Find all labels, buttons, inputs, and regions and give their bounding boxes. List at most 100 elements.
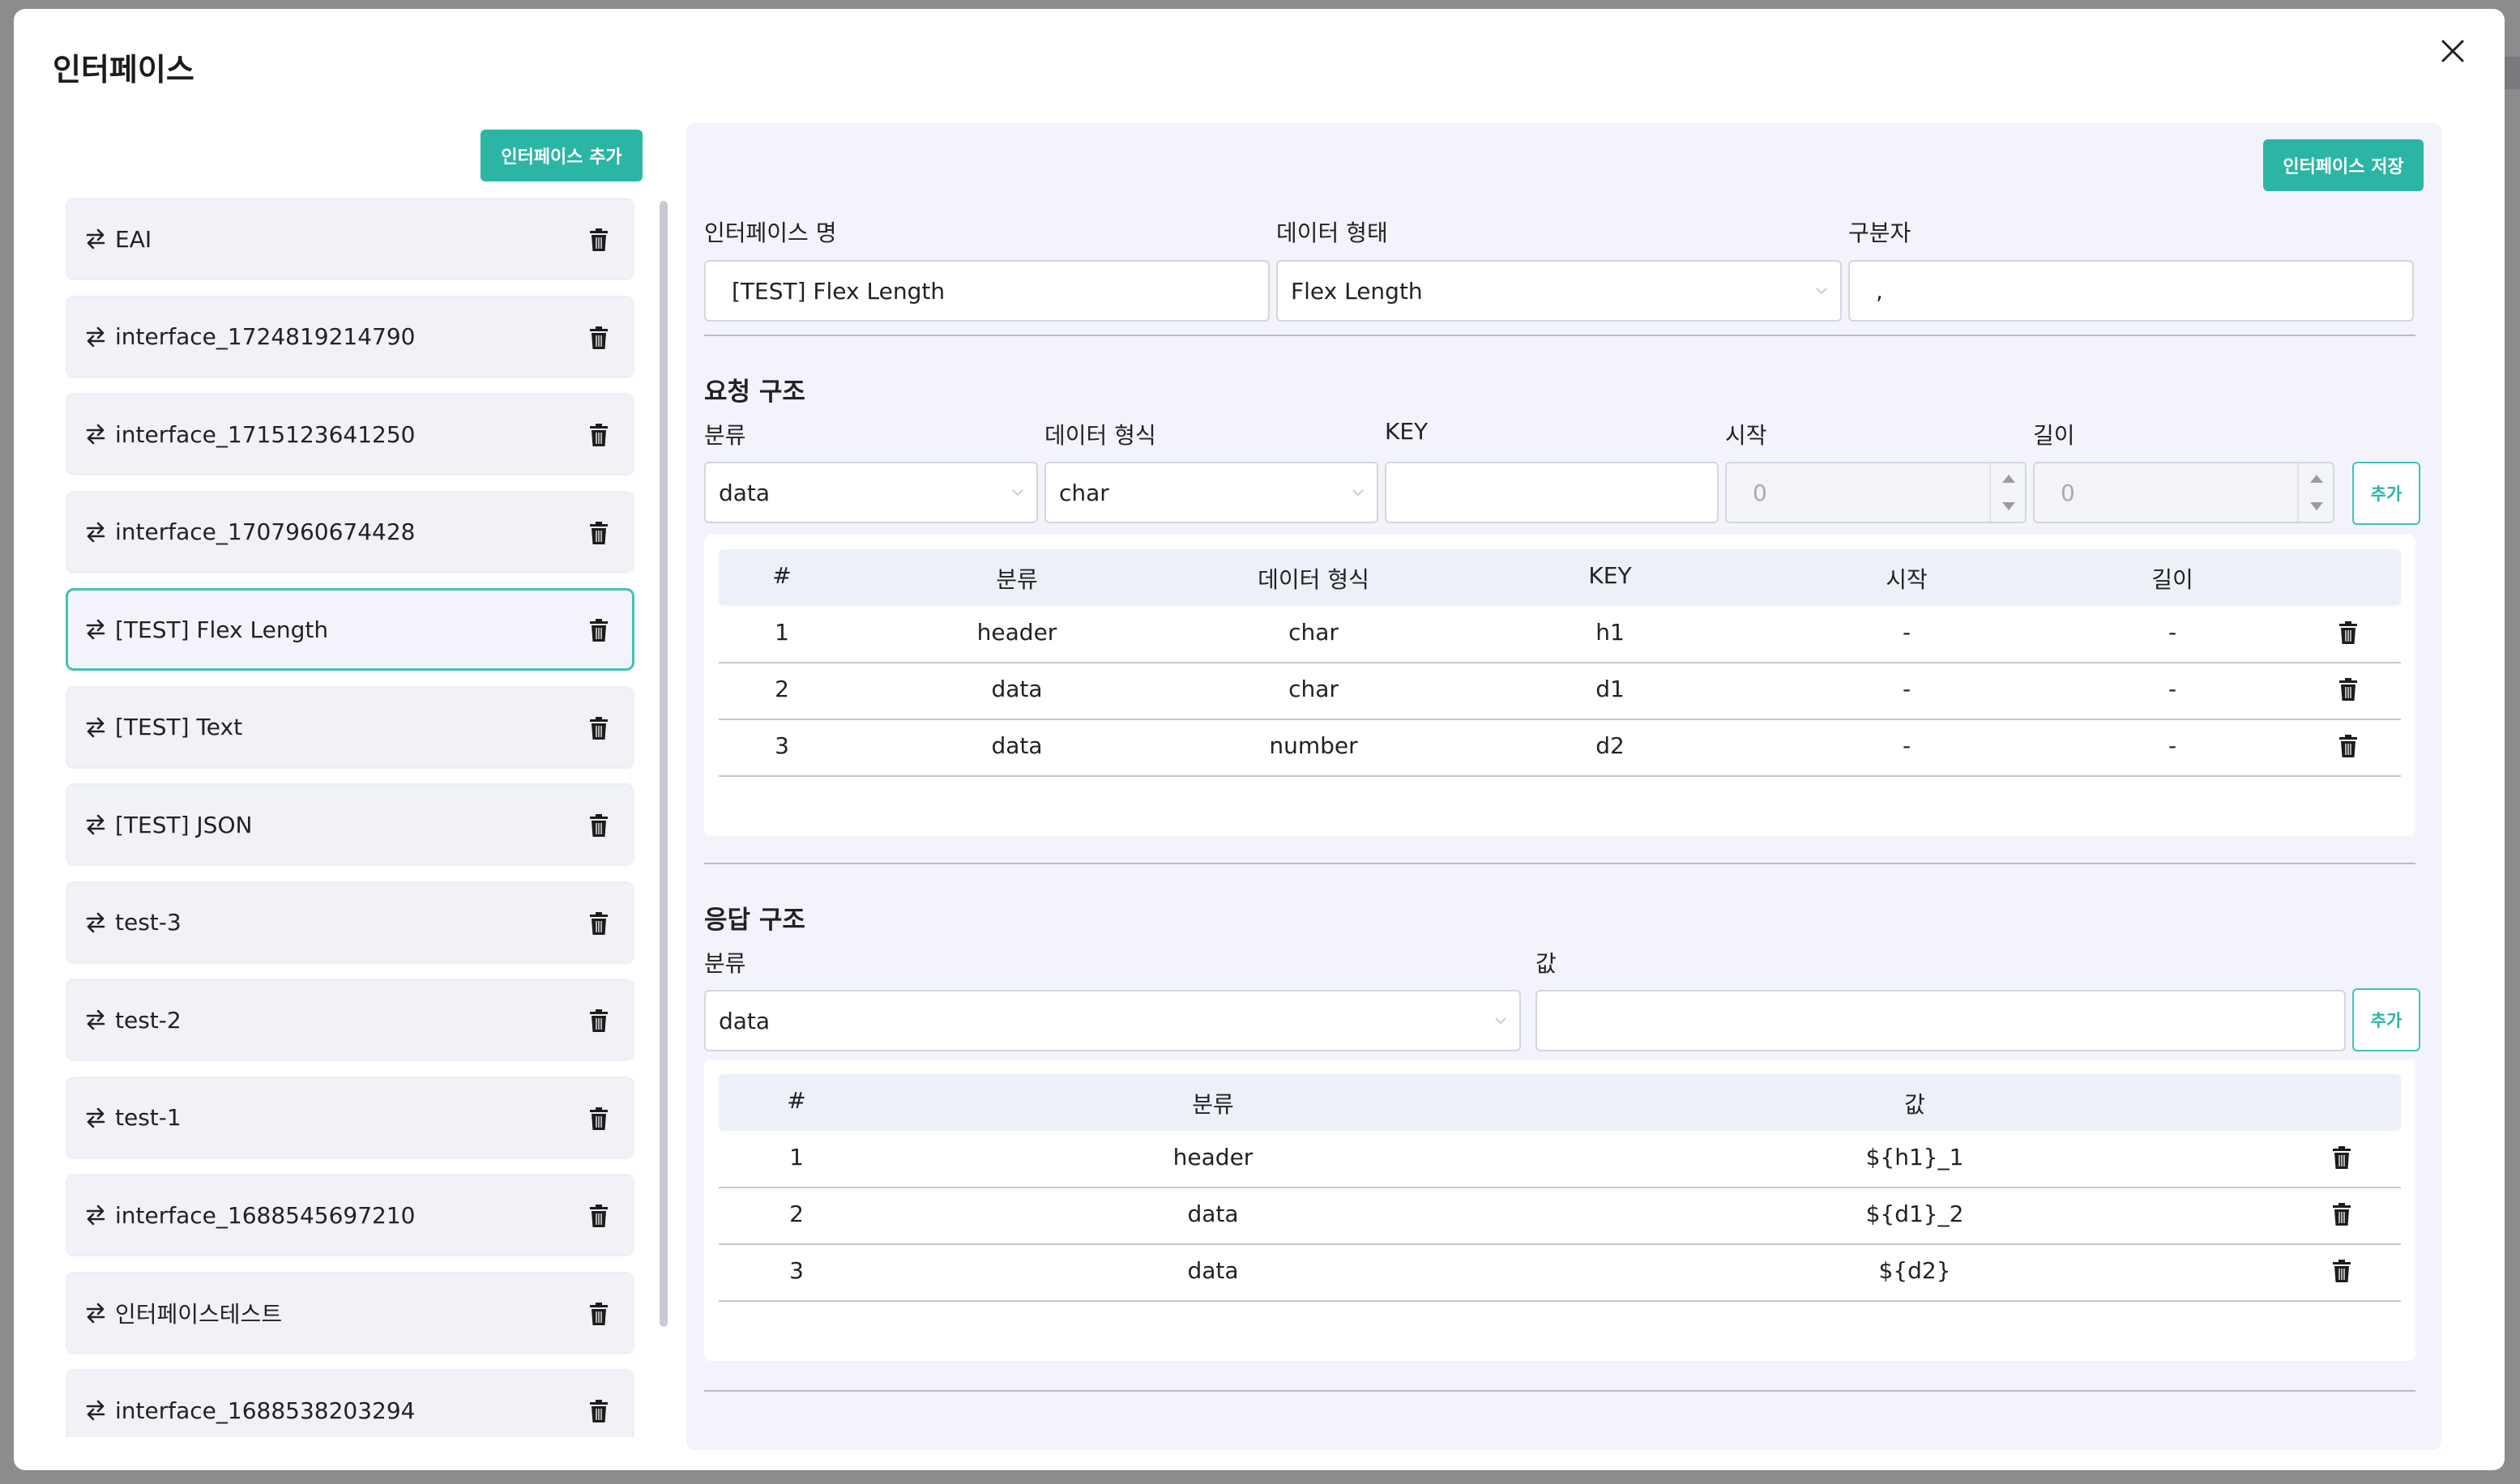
trash-icon[interactable]: [588, 911, 609, 936]
length-stepper[interactable]: [2297, 463, 2333, 522]
interface-list-item[interactable]: [TEST] JSON: [66, 783, 634, 866]
response-structure-title: 응답 구조: [704, 906, 805, 935]
interface-list-item[interactable]: interface_1688538203294: [66, 1369, 634, 1437]
stepper-up-icon[interactable]: [1991, 463, 2027, 493]
swap-arrows-icon: [86, 424, 105, 445]
trash-icon[interactable]: [588, 1107, 609, 1131]
separator-label: 구분자: [1848, 220, 1911, 246]
request-table-cell: -: [1902, 732, 1911, 759]
trash-icon[interactable]: [2338, 734, 2359, 758]
interface-list-item-label: [TEST] Flex Length: [115, 616, 329, 643]
trash-icon[interactable]: [588, 1204, 609, 1228]
swap-arrows-icon: [86, 717, 105, 737]
request-table-cell: header: [976, 619, 1057, 646]
modal-title: 인터페이스: [53, 52, 194, 87]
interface-list-item[interactable]: 인터페이스테스트: [66, 1271, 634, 1354]
interface-list-item-label: interface_1724819214790: [115, 323, 416, 350]
interface-list-item[interactable]: interface_1688545697210: [66, 1174, 634, 1256]
request-table-cell: h1: [1595, 619, 1625, 646]
trash-icon[interactable]: [588, 423, 609, 447]
trash-icon[interactable]: [2331, 1259, 2352, 1283]
request-header-cell: 길이: [2151, 566, 2193, 593]
response-category-select[interactable]: data: [704, 990, 1521, 1051]
request-key-label: KEY: [1385, 418, 1429, 445]
divider: [704, 863, 2415, 864]
trash-icon[interactable]: [588, 228, 609, 252]
interface-detail-panel: 인터페이스 저장 인터페이스 명 데이터 형태 구분자 [TEST] Flex …: [686, 123, 2441, 1450]
request-start-input[interactable]: 0: [1725, 462, 2027, 523]
trash-icon[interactable]: [588, 813, 609, 838]
response-table-cell: 1: [789, 1144, 804, 1171]
request-category-select[interactable]: data: [704, 462, 1038, 523]
interface-list-item[interactable]: test-3: [66, 881, 634, 964]
request-format-value: char: [1059, 479, 1109, 506]
interface-list-item[interactable]: [TEST] Text: [66, 685, 634, 769]
close-icon[interactable]: [2435, 33, 2471, 69]
request-key-input[interactable]: [1385, 462, 1719, 523]
interface-list-item-label: interface_1715123641250: [115, 420, 416, 448]
response-table-cell: ${d1}_2: [1865, 1200, 1964, 1227]
chevron-down-icon: [1352, 489, 1364, 497]
request-start-label: 시작: [1725, 422, 1767, 449]
chevron-down-icon: [1495, 1017, 1506, 1025]
save-interface-button[interactable]: 인터페이스 저장: [2263, 139, 2424, 191]
swap-arrows-icon: [86, 814, 105, 835]
request-header-cell: 분류: [996, 566, 1038, 593]
trash-icon[interactable]: [588, 1302, 609, 1326]
swap-arrows-icon: [86, 1009, 105, 1030]
swap-arrows-icon: [86, 326, 105, 347]
trash-icon[interactable]: [588, 1399, 609, 1423]
request-table-cell: 3: [775, 732, 789, 759]
stepper-down-icon[interactable]: [2299, 493, 2334, 522]
interface-list-item-label: interface_1688545697210: [115, 1201, 416, 1229]
trash-icon[interactable]: [2331, 1202, 2352, 1226]
trash-icon[interactable]: [588, 326, 609, 350]
separator-input[interactable]: ,: [1848, 260, 2414, 322]
interface-list-item[interactable]: test-2: [66, 979, 634, 1061]
start-stepper[interactable]: [1989, 463, 2025, 522]
request-table-cell: -: [1902, 676, 1911, 702]
request-format-select[interactable]: char: [1044, 462, 1378, 523]
row-divider: [719, 662, 2401, 663]
request-start-placeholder: 0: [1753, 479, 1767, 506]
request-length-input[interactable]: 0: [2033, 462, 2334, 523]
add-interface-button[interactable]: 인터페이스 추가: [481, 130, 643, 181]
request-add-button[interactable]: 추가: [2352, 462, 2420, 525]
trash-icon[interactable]: [588, 521, 609, 545]
response-category-label: 분류: [704, 950, 746, 977]
response-value-input[interactable]: [1535, 990, 2346, 1051]
data-type-select[interactable]: Flex Length: [1276, 260, 1842, 322]
interface-list-item[interactable]: interface_1707960674428: [66, 490, 634, 574]
interface-list-item[interactable]: test-1: [66, 1076, 634, 1159]
response-table-cell: data: [1187, 1200, 1239, 1227]
trash-icon[interactable]: [588, 716, 609, 740]
stepper-down-icon[interactable]: [1991, 493, 2027, 522]
response-table-cell: ${h1}_1: [1865, 1144, 1964, 1171]
interface-list-item[interactable]: interface_1715123641250: [66, 393, 634, 475]
request-table-cell: number: [1269, 732, 1358, 759]
interface-list-item[interactable]: EAI: [66, 198, 634, 280]
request-table-cell: char: [1288, 676, 1339, 702]
interface-list-item[interactable]: [TEST] Flex Length: [66, 588, 634, 671]
interface-list-scrollbar[interactable]: [660, 201, 668, 1327]
response-table-cell: 3: [789, 1257, 804, 1284]
swap-arrows-icon: [86, 619, 105, 640]
interface-list-item-label: test-1: [115, 1104, 182, 1131]
swap-arrows-icon: [86, 228, 105, 249]
trash-icon[interactable]: [2338, 677, 2359, 701]
response-header-cell: 값: [1904, 1091, 1925, 1118]
interface-list-item-label: [TEST] Text: [115, 714, 243, 740]
interface-list-item-label: test-3: [115, 909, 182, 936]
response-add-button[interactable]: 추가: [2352, 988, 2420, 1051]
trash-icon[interactable]: [2331, 1145, 2352, 1170]
interface-name-input[interactable]: [TEST] Flex Length: [704, 260, 1270, 322]
trash-icon[interactable]: [588, 618, 609, 642]
swap-arrows-icon: [86, 1400, 105, 1421]
trash-icon[interactable]: [588, 1009, 609, 1033]
trash-icon[interactable]: [2338, 620, 2359, 645]
divider: [704, 335, 2415, 336]
stepper-up-icon[interactable]: [2299, 463, 2334, 493]
response-table-cell: ${d2}: [1878, 1257, 1951, 1284]
request-length-label: 길이: [2033, 422, 2075, 449]
interface-list-item[interactable]: interface_1724819214790: [66, 295, 634, 378]
